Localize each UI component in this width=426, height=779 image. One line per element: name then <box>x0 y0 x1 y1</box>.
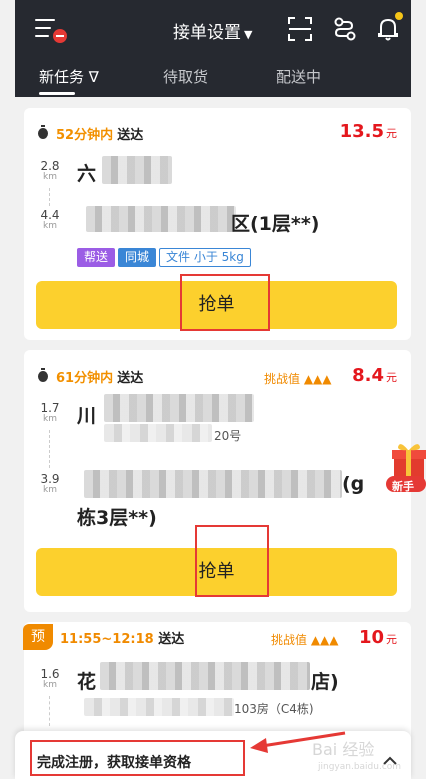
distance-value: 3.9 <box>40 472 60 486</box>
pickup-distance: 1.6 km <box>38 668 62 690</box>
order-price: 10 元 <box>359 627 397 648</box>
pickup-distance: 1.7 km <box>38 402 62 424</box>
route-icon[interactable] <box>331 16 357 42</box>
gift-icon[interactable]: 新手 <box>386 438 426 496</box>
time-range-value: 11:55~12:18 <box>60 632 154 647</box>
chevron-down-icon: ▼ <box>244 28 253 41</box>
distance-unit: km <box>43 221 57 231</box>
reservation-badge: 预 <box>23 624 53 650</box>
price-value: 8.4 <box>352 365 384 386</box>
distance-value: 1.6 <box>40 667 60 681</box>
tag-badge: 同城 <box>118 248 157 267</box>
watermark-logo: Bai 经验 <box>312 740 375 759</box>
order-settings-label: 接单设置 <box>173 23 241 43</box>
watermark-url: jingyan.baidu.com <box>318 762 402 772</box>
tab-pending-pickup[interactable]: 待取货 <box>163 66 208 87</box>
dropoff-address: (g <box>342 473 365 495</box>
route-connector <box>49 696 50 726</box>
price-value: 10 <box>358 627 384 648</box>
bell-icon[interactable] <box>375 12 403 42</box>
challenge-value: 挑战值 ▲▲▲ <box>264 372 332 386</box>
order-price: 13.5 元 <box>340 121 397 142</box>
pickup-address: 川 <box>77 405 97 427</box>
dropoff-address-line2: 栋3层**) <box>77 507 157 529</box>
delivery-eta: 61分钟内 送达 <box>56 367 143 386</box>
status-minus-badge <box>53 29 67 43</box>
pickup-address: 六 <box>77 163 97 185</box>
pickup-distance: 2.8 km <box>38 160 62 182</box>
timer-icon <box>38 368 48 382</box>
notification-dot <box>395 12 403 20</box>
dropoff-address: 区(1层**) <box>231 213 320 235</box>
tag-badge: 帮送 <box>77 248 116 267</box>
dropoff-distance: 4.4 km <box>38 209 62 231</box>
price-unit: 元 <box>386 371 397 384</box>
scan-icon[interactable] <box>287 16 313 42</box>
route-connector <box>49 430 50 468</box>
annotation-highlight-box <box>30 740 245 776</box>
annotation-highlight-box <box>195 525 269 597</box>
pickup-address-end: 店) <box>311 671 339 693</box>
tag-badge: 文件 小于 5kg <box>159 248 251 267</box>
blurred-text <box>102 156 172 184</box>
distance-value: 2.8 <box>40 159 60 173</box>
blurred-text <box>84 470 342 498</box>
order-settings-dropdown[interactable]: 接单设置 ▼ <box>173 18 252 43</box>
dropoff-distance: 3.9 km <box>38 473 62 495</box>
eta-suffix: 送达 <box>158 632 185 647</box>
timer-icon <box>38 125 48 139</box>
tab-delivering[interactable]: 配送中 <box>276 66 321 87</box>
menu-icon[interactable] <box>35 17 67 43</box>
eta-suffix: 送达 <box>117 128 144 143</box>
eta-suffix: 送达 <box>117 371 144 386</box>
eta-minutes: 52分钟内 <box>56 128 114 143</box>
tab-new-tasks[interactable]: 新任务 ∇ <box>39 66 99 87</box>
blurred-text <box>84 698 234 716</box>
price-unit: 元 <box>386 127 397 140</box>
task-tabs: 新任务 ∇ 待取货 配送中 <box>15 64 411 97</box>
order-price: 8.4 元 <box>352 365 397 386</box>
blurred-text <box>100 662 310 690</box>
delivery-time-range: 11:55~12:18 送达 <box>60 628 184 647</box>
chevron-up-icon[interactable] <box>383 751 397 765</box>
distance-value: 4.4 <box>40 208 60 222</box>
blurred-text <box>86 206 236 232</box>
distance-unit: km <box>43 485 57 495</box>
distance-unit: km <box>43 680 57 690</box>
challenge-value: 挑战值 ▲▲▲ <box>271 633 339 647</box>
gift-label: 新手 <box>392 480 414 493</box>
delivery-eta: 52分钟内 送达 <box>56 124 143 143</box>
order-card: 61分钟内 送达 挑战值 ▲▲▲ 8.4 元 1.7 km 川 20号 3.9 k… <box>24 350 411 612</box>
pickup-address-detail: 103房（C4栋) <box>234 702 314 716</box>
distance-value: 1.7 <box>40 401 60 415</box>
active-tab-indicator <box>39 92 75 95</box>
order-card: 52分钟内 送达 13.5 元 2.8 km 六 4.4 km 区(1层**) 帮… <box>24 108 411 340</box>
pickup-address: 花 <box>77 671 97 693</box>
route-connector <box>49 188 50 206</box>
annotation-highlight-box <box>180 274 270 331</box>
blurred-text <box>104 394 254 422</box>
blurred-text <box>104 424 212 442</box>
order-tags: 帮送 同城 文件 小于 5kg <box>77 248 254 267</box>
price-unit: 元 <box>386 633 397 646</box>
pickup-address-detail: 20号 <box>214 429 242 443</box>
eta-minutes: 61分钟内 <box>56 371 114 386</box>
distance-unit: km <box>43 172 57 182</box>
top-bar: 接单设置 ▼ 新任务 ∇ 待取货 配送中 <box>15 0 411 97</box>
price-value: 13.5 <box>339 121 384 142</box>
distance-unit: km <box>43 414 57 424</box>
